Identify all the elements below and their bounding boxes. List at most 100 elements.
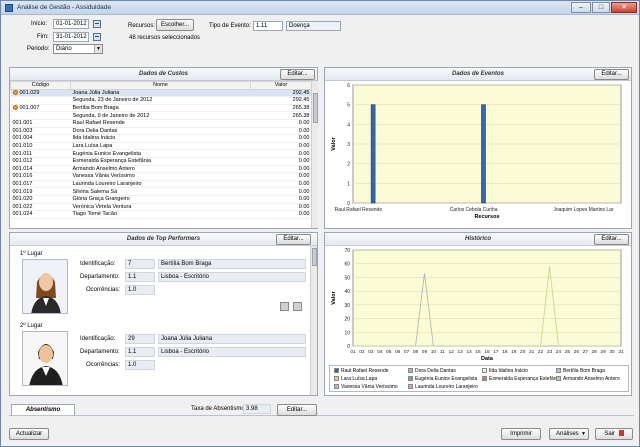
legend-swatch (482, 368, 487, 373)
valor-cell: 0.00 (250, 180, 312, 189)
inicio-label: Início: (31, 21, 48, 27)
custos-table: Código Nome Valor 001.029 Joana Júlia Jul… (10, 81, 312, 219)
historico-edit-button[interactable]: Editar... (594, 234, 629, 245)
p1-dept-name: Lisboa - Escritório (158, 272, 306, 282)
nome-cell: Esmeralda Esperança Estefânia (70, 157, 251, 166)
x-tick-label: 10 (431, 349, 437, 355)
top-scrollbar[interactable] (310, 246, 317, 395)
nome-cell: Verónica Virtela Ventura (70, 203, 251, 212)
table-row[interactable]: 001.004 Ilda Idalina Inácio 0.00 (10, 134, 312, 143)
codigo-cell (10, 96, 71, 105)
imprimir-button[interactable]: Imprimir (501, 428, 541, 440)
valor-cell: 0.00 (250, 157, 312, 166)
absentismo-edit-button[interactable]: Editar... (277, 404, 317, 416)
actualizar-button[interactable]: Actualizar (9, 428, 49, 440)
y-tick-label: 1 (347, 181, 350, 187)
recursos-status: 48 recursos seleccionados (129, 35, 201, 41)
escolher-button[interactable]: Escolher... (156, 19, 194, 31)
codigo-cell: 001.022 (10, 203, 71, 212)
table-row[interactable]: 001.007 Bertília Bom Braga 265.38 (10, 104, 312, 113)
valor-cell: 0.00 (250, 187, 312, 196)
custos-edit-button[interactable]: Editar... (280, 69, 315, 80)
col-valor[interactable]: Valor (250, 81, 312, 90)
y-tick-label: 3 (347, 142, 350, 148)
nome-cell: Raul Rafael Resende (70, 119, 251, 128)
p1-chart-icon[interactable] (280, 302, 289, 311)
p2-occ-label: Ocorrências: (86, 362, 121, 368)
historico-title: Histórico (464, 236, 491, 242)
table-row[interactable]: 001.014 Armando Anselmo Antero 0.00 (10, 165, 312, 174)
legend-item: Raul Rafael Resende (334, 368, 389, 374)
codigo-cell: 001.020 (10, 195, 71, 204)
custos-header: Dados de Custos Editar... (10, 68, 317, 81)
x-tick-label: 20 (520, 349, 526, 355)
periodo-select[interactable]: Diário ▼ (53, 44, 103, 54)
nome-cell: Bertília Bom Braga (70, 104, 251, 113)
legend-label: Dora Delia Dantas (415, 368, 456, 374)
col-nome[interactable]: Nome (70, 81, 251, 90)
table-row[interactable]: 001.010 Lara Luísa Lapa 0.00 (10, 142, 312, 151)
minimize-button[interactable]: – (571, 2, 591, 13)
x-tick-label: Raul Rafael Resende (335, 207, 383, 213)
table-row[interactable]: 001.022 Verónica Virtela Ventura 0.00 (10, 203, 312, 212)
maximize-button[interactable]: □ (592, 2, 610, 13)
table-row[interactable]: Segunda, 23 de Janeiro de 2012 292.45 (10, 96, 312, 105)
p1-dept-label: Departamento: (80, 274, 120, 280)
table-row[interactable]: 001.016 Vanessa Vânia Veríssimo 0.00 (10, 172, 312, 181)
table-row[interactable]: 001.011 Eugénia Eunice Evangelista 0.00 (10, 149, 312, 158)
x-tick-label: 16 (484, 349, 490, 355)
x-tick-label: 25 (565, 349, 571, 355)
table-row[interactable]: 001.012 Esmeralda Esperança Estefânia 0.00 (10, 157, 312, 166)
legend-label: Lara Luísa Lapa (341, 376, 378, 382)
valor-cell: 292.45 (250, 96, 312, 105)
inicio-field[interactable]: 01-01-2012 (53, 19, 89, 29)
nome-cell: Laurinda Loureiro Laranjeiro (70, 180, 251, 189)
nome-cell: Segunda, 23 de Janeiro de 2012 (70, 96, 251, 105)
group-marker-icon[interactable] (12, 105, 18, 111)
legend-item: Eugénia Eunice Evangelista (408, 376, 477, 382)
group-marker-icon[interactable] (12, 89, 18, 95)
nome-cell: Eugénia Eunice Evangelista (70, 149, 251, 158)
fim-field[interactable]: 31-01-2012 (53, 32, 89, 42)
legend-swatch (334, 376, 339, 381)
p1-grid-icon[interactable] (293, 302, 302, 311)
valor-cell: 0.00 (250, 165, 312, 174)
p2-dept-code: 1.1 (125, 347, 155, 357)
legend-item: Lara Luísa Lapa (334, 376, 377, 382)
codigo-cell (10, 111, 71, 120)
x-tick-label: 09 (422, 349, 428, 355)
fim-calendar-icon[interactable] (93, 33, 101, 41)
custos-scrollbar[interactable] (311, 81, 318, 228)
custos-title: Dados de Custos (138, 71, 188, 77)
p1-name: Bertília Bom Braga (158, 259, 306, 269)
eventos-edit-button[interactable]: Editar... (594, 69, 629, 80)
top-scroll-thumb[interactable] (312, 248, 317, 266)
table-row[interactable]: 001.024 Tiago Tomé Tacão 0.00 (10, 210, 312, 219)
table-row[interactable]: 001.003 Dora Delia Dantas 0.00 (10, 127, 312, 136)
custos-panel: Dados de Custos Editar... Código Nome Va… (9, 67, 318, 229)
table-row[interactable]: 001.001 Raul Rafael Resende 0.00 (10, 119, 312, 128)
col-codigo[interactable]: Código (10, 81, 71, 90)
table-row[interactable]: 001.019 Silvina Salema Sá 0.00 (10, 187, 312, 196)
table-row[interactable]: 001.020 Glória Graça Grangeiro 0.00 (10, 195, 312, 204)
analises-button[interactable]: Análises ▼ (549, 428, 589, 440)
x-tick-label: 15 (475, 349, 481, 355)
eventos-title: Dados de Eventos (451, 71, 504, 77)
tipo-evento-code[interactable]: 1.11 (253, 21, 283, 31)
close-button[interactable]: ✕ (611, 2, 637, 13)
table-row[interactable]: 001.029 Joana Júlia Juliana 292.45 (10, 89, 312, 98)
table-row[interactable]: 001.017 Laurinda Loureiro Laranjeiro 0.00 (10, 180, 312, 189)
table-row[interactable]: Segunda, 9 de Janeiro de 2012 265.38 (10, 111, 312, 120)
nome-cell: Glória Graça Grangeiro (70, 195, 251, 204)
legend-item: Laurinda Loureiro Laranjeiro (408, 384, 478, 390)
tab-absentismo[interactable]: Absentismo (11, 404, 75, 415)
main-window: Análise de Gestão - Assiduidade – □ ✕ In… (0, 0, 640, 447)
codigo-cell: 001.012 (10, 157, 71, 166)
inicio-calendar-icon[interactable] (93, 20, 101, 28)
taxa-label: Taxa de Absentismo (191, 406, 245, 412)
sair-button[interactable]: Sair (595, 428, 633, 440)
top-edit-button[interactable]: Editar... (276, 234, 311, 245)
custos-scroll-thumb[interactable] (313, 93, 318, 123)
x-tick-label: 28 (592, 349, 598, 355)
x-tick-label: 13 (458, 349, 464, 355)
